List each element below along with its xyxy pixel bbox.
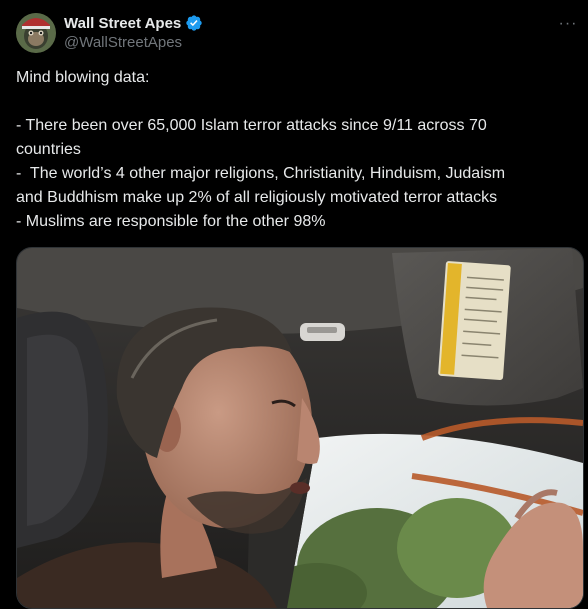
tweet-text: Mind blowing data: - There been over 65,… [16, 66, 572, 234]
tweet-text-line: - There been over 65,000 Islam terror at… [16, 117, 487, 134]
more-options-icon[interactable]: ··· [556, 12, 580, 36]
tweet-text-line: - The world’s 4 other major religions, C… [16, 165, 506, 182]
tweet-text-line: countries [16, 141, 81, 158]
avatar[interactable] [16, 13, 56, 53]
tweet-text-line: Mind blowing data: [16, 69, 150, 86]
verified-badge-icon [186, 15, 202, 31]
ape-avatar-icon [16, 13, 56, 53]
author-name-row: Wall Street Apes [64, 13, 203, 33]
video-thumbnail[interactable] [16, 247, 584, 609]
video-frame-image [17, 248, 583, 608]
tweet-text-line [16, 90, 572, 114]
tweet-card: Wall Street Apes @WallStreetApes ··· Min… [0, 0, 588, 609]
author-handle[interactable]: @WallStreetApes [64, 34, 182, 51]
tweet-text-line: and Buddhism make up 2% of all religious… [16, 189, 498, 206]
author-display-name[interactable]: Wall Street Apes [64, 15, 181, 32]
tweet-text-line: - Muslims are responsible for the other … [16, 213, 326, 230]
